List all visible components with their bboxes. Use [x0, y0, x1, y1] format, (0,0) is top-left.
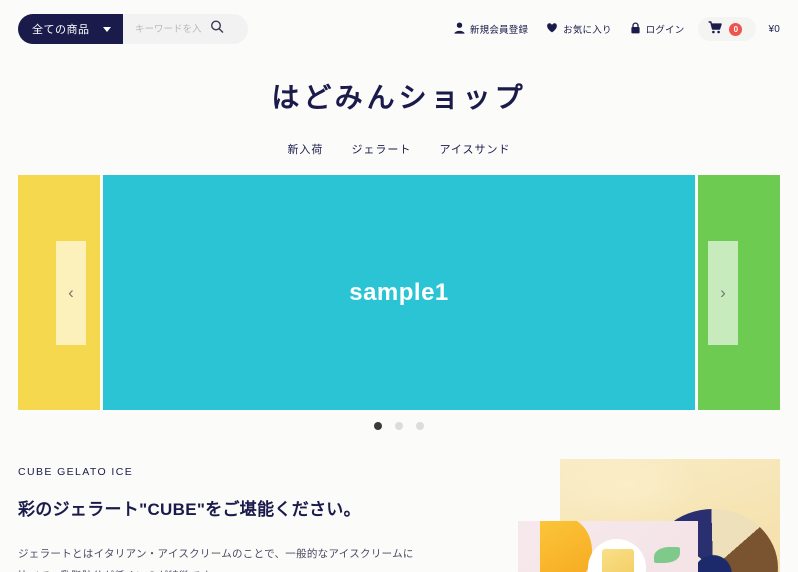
- carousel-pagination: [0, 422, 798, 430]
- carousel-dot-2[interactable]: [395, 422, 403, 430]
- main-nav-item-icesand[interactable]: アイスサンド: [439, 141, 510, 157]
- lock-icon: [630, 21, 641, 37]
- site-header: 全ての商品 キーワードを入力 新規会員登録 お気に入り ログイン 0 ¥0: [0, 0, 798, 60]
- carousel-slide-current[interactable]: sample1: [103, 175, 695, 410]
- promo-section: CUBE GELATO ICE 彩のジェラート"CUBE"をご堪能ください。 ジ…: [0, 454, 798, 572]
- mango-slice-shape: [540, 521, 592, 572]
- search-icon[interactable]: [210, 20, 224, 39]
- promo-headline: 彩のジェラート"CUBE"をご堪能ください。: [18, 500, 361, 519]
- hero-carousel: sample1 ‹ ›: [0, 175, 798, 410]
- nav-item-login[interactable]: ログイン: [630, 21, 685, 37]
- promo-eyebrow: CUBE GELATO ICE: [18, 466, 134, 478]
- carousel-dot-3[interactable]: [416, 422, 424, 430]
- nav-item-favorites[interactable]: お気に入り: [546, 22, 612, 36]
- cart-total: ¥0: [768, 23, 780, 35]
- promo-text-block: CUBE GELATO ICE 彩のジェラート"CUBE"をご堪能ください。 ジ…: [18, 466, 418, 572]
- carousel-next-button[interactable]: ›: [708, 240, 738, 345]
- promo-body: ジェラートとはイタリアン・アイスクリームのことで、一般的なアイスクリームに比べて…: [18, 548, 414, 572]
- nav-item-login-label: ログイン: [645, 25, 685, 36]
- gelato-cube-shape: [602, 549, 634, 572]
- mint-leaf-shape: [654, 547, 680, 563]
- carousel-prev-button[interactable]: ‹: [56, 240, 86, 345]
- cart-button[interactable]: 0: [698, 17, 757, 41]
- promo-images: [518, 459, 780, 572]
- carousel-slide-caption: sample1: [349, 278, 449, 306]
- cart-icon: [708, 21, 723, 37]
- nav-item-register[interactable]: 新規会員登録: [454, 22, 528, 37]
- nav-item-register-label: 新規会員登録: [469, 25, 529, 36]
- main-nav: 新入荷 ジェラート アイスサンド: [0, 141, 798, 157]
- chevron-down-icon: [103, 26, 111, 32]
- carousel-dot-1[interactable]: [374, 422, 382, 430]
- cart-badge: 0: [729, 22, 743, 36]
- category-select-value: 全ての商品: [32, 24, 90, 36]
- nav-item-favorites-label: お気に入り: [563, 25, 612, 36]
- search-bar: 全ての商品: [18, 14, 248, 44]
- category-select[interactable]: 全ての商品: [18, 14, 123, 44]
- main-nav-item-gelato[interactable]: ジェラート: [351, 141, 411, 157]
- heart-icon: [546, 22, 558, 36]
- page-root: 全ての商品 キーワードを入力 新規会員登録 お気に入り ログイン 0 ¥0 はど…: [0, 0, 798, 572]
- shop-title: はどみんショップ: [271, 82, 527, 113]
- promo-image-mango-cube: [518, 521, 698, 572]
- user-nav: 新規会員登録 お気に入り ログイン 0 ¥0: [436, 17, 780, 41]
- search-field[interactable]: [123, 14, 248, 44]
- user-icon: [454, 22, 465, 37]
- search-input[interactable]: [123, 23, 201, 35]
- main-nav-item-new[interactable]: 新入荷: [287, 141, 323, 157]
